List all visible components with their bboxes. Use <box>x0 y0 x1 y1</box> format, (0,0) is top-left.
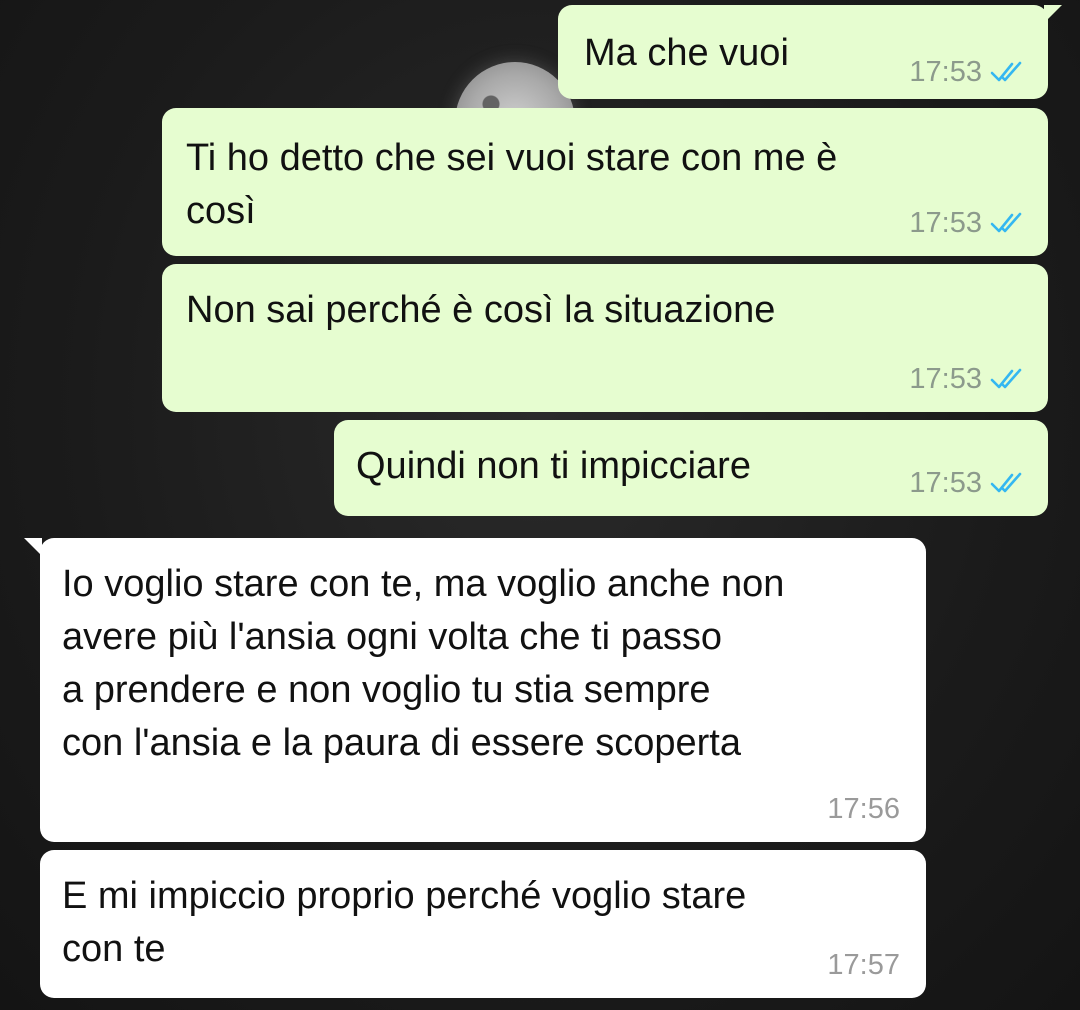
double-check-read-icon <box>990 368 1022 389</box>
message-text: Io voglio stare con te, ma voglio anche … <box>62 563 785 764</box>
message-bubble-incoming[interactable]: Io voglio stare con te, ma voglio anche … <box>24 538 926 842</box>
message-meta: 17:53 <box>909 468 1026 498</box>
double-check-read-icon <box>990 472 1022 493</box>
message-time: 17:53 <box>909 56 982 88</box>
message-bubble-outgoing[interactable]: Quindi non ti impicciare 17:53 <box>334 420 1048 516</box>
message-bubble-outgoing[interactable]: Ti ho detto che sei vuoi stare con me è … <box>162 108 1048 256</box>
message-meta: 17:57 <box>827 950 900 980</box>
message-meta: 17:53 <box>909 364 1026 394</box>
message-time: 17:57 <box>827 949 900 981</box>
message-bubble-incoming[interactable]: E mi impiccio proprio perché voglio star… <box>40 850 926 998</box>
message-bubble-outgoing[interactable]: Non sai perché è così la situazione 17:5… <box>162 264 1048 412</box>
bubble-tail <box>1044 5 1062 23</box>
message-meta: 17:53 <box>909 208 1026 238</box>
message-text: Ti ho detto che sei vuoi stare con me è … <box>186 137 838 232</box>
message-text: Ma che vuoi <box>584 32 789 74</box>
bubble-tail <box>24 538 42 556</box>
message-text: E mi impiccio proprio perché voglio star… <box>62 875 747 970</box>
message-text: Quindi non ti impicciare <box>356 445 751 487</box>
message-time: 17:53 <box>909 207 982 239</box>
double-check-read-icon <box>990 61 1022 82</box>
double-check-read-icon <box>990 212 1022 233</box>
message-time: 17:53 <box>909 363 982 395</box>
message-bubble-outgoing[interactable]: Ma che vuoi 17:53 <box>558 5 1062 99</box>
message-time: 17:53 <box>909 467 982 499</box>
message-time: 17:56 <box>827 793 900 825</box>
message-text: Non sai perché è così la situazione <box>186 289 776 331</box>
message-meta: 17:53 <box>909 57 1026 87</box>
message-meta: 17:56 <box>827 794 900 824</box>
